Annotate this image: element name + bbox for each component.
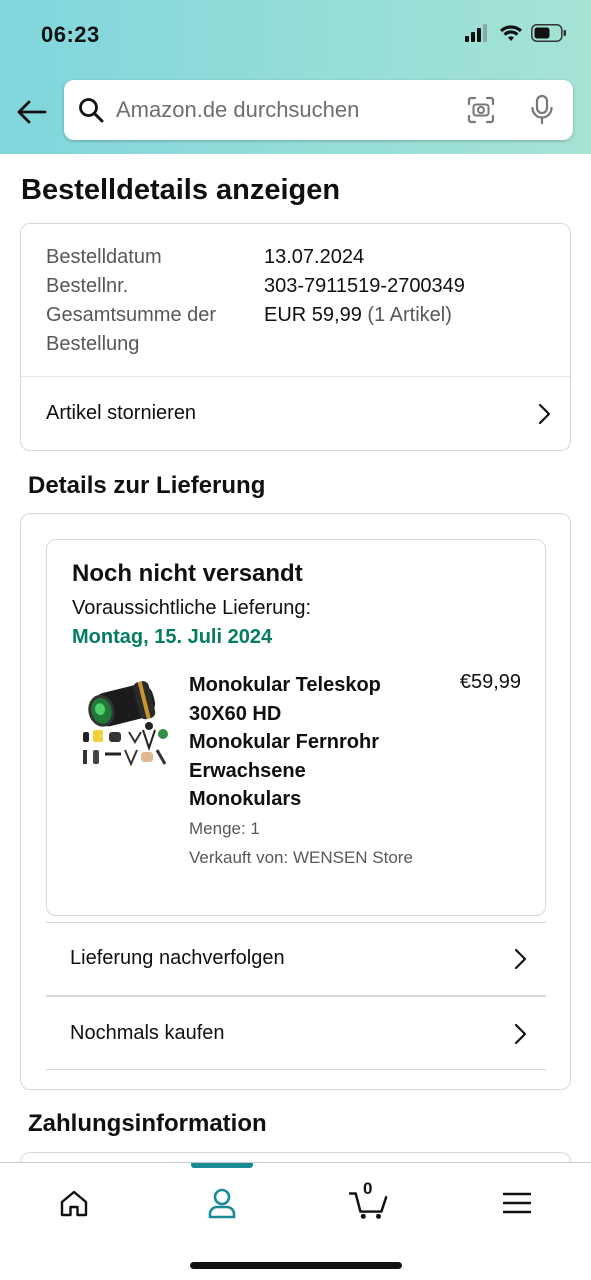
estimated-delivery-date: Montag, 15. Juli 2024 <box>72 626 273 648</box>
page-title: Bestelldetails anzeigen <box>21 174 341 206</box>
track-delivery-label: Lieferung nachverfolgen <box>70 947 285 969</box>
order-total-value: EUR 59,99 (1 Artikel) <box>264 301 452 330</box>
shipment-card: Noch nicht versandt Voraussichtliche Lie… <box>46 539 546 916</box>
order-summary-card: Bestelldatum 13.07.2024 Bestellnr. 303-7… <box>20 223 571 451</box>
active-tab-indicator <box>191 1163 253 1168</box>
product-title-line: Monokular Fernrohr <box>189 731 380 753</box>
cancel-items-link[interactable]: Artikel stornieren <box>46 376 552 451</box>
product-price: €59,99 <box>459 671 521 693</box>
product-title-line: Erwachsene <box>189 759 306 782</box>
nav-cart[interactable]: 0 <box>349 1179 389 1223</box>
product-title-line: 30X60 HD <box>189 702 282 725</box>
nav-home[interactable] <box>54 1183 94 1223</box>
cellular-signal-icon <box>465 24 487 42</box>
monocular-product-image[interactable] <box>79 670 171 768</box>
status-icons <box>465 24 567 42</box>
order-number-label: Bestellnr. <box>46 275 129 297</box>
order-date-value: 13.07.2024 <box>264 246 365 268</box>
home-indicator <box>190 1262 402 1269</box>
home-icon <box>60 1190 88 1217</box>
order-total-label-line2: Bestellung <box>46 333 140 355</box>
product-title-line: Monokulars <box>189 788 302 810</box>
back-button[interactable] <box>14 94 50 130</box>
wifi-icon <box>500 25 522 41</box>
product-title[interactable]: Monokular Teleskop 30X60 HD Monokular Fe… <box>189 671 429 814</box>
search-input[interactable] <box>116 97 446 123</box>
battery-icon <box>531 24 566 42</box>
delivery-section-title: Details zur Lieferung <box>28 472 266 499</box>
divider <box>46 1069 546 1070</box>
search-icon <box>78 97 104 123</box>
order-date-label: Bestelldatum <box>46 246 162 268</box>
cancel-items-label: Artikel stornieren <box>46 402 197 424</box>
order-total-amount: EUR 59,99 <box>264 304 362 326</box>
shipment-status: Noch nicht versandt <box>72 560 303 587</box>
order-item-count: (1 Artikel) <box>367 304 452 326</box>
buy-again-label: Nochmals kaufen <box>70 1022 225 1044</box>
cart-count-badge: 0 <box>363 1179 373 1198</box>
menu-icon <box>503 1192 531 1214</box>
order-number-value: 303-7911519-2700349 <box>264 275 465 297</box>
camera-scan-icon[interactable] <box>467 96 495 129</box>
chevron-right-icon <box>514 1023 527 1044</box>
order-total-label-line1: Gesamtsumme der <box>46 304 217 326</box>
buy-again-link[interactable]: Nochmals kaufen <box>70 997 528 1070</box>
nav-menu[interactable] <box>497 1183 537 1223</box>
nav-account[interactable] <box>202 1183 242 1223</box>
delivery-card: Noch nicht versandt Voraussichtliche Lie… <box>20 513 571 1090</box>
search-bar[interactable] <box>64 80 573 140</box>
estimated-delivery-label: Voraussichtliche Lieferung: <box>72 597 312 619</box>
chevron-right-icon <box>514 948 527 969</box>
account-icon <box>208 1188 236 1219</box>
track-delivery-link[interactable]: Lieferung nachverfolgen <box>70 922 528 995</box>
chevron-right-icon <box>538 403 551 424</box>
product-title-line: Monokular Teleskop <box>189 674 381 696</box>
product-seller: Verkauft von: WENSEN Store <box>189 848 413 867</box>
microphone-icon[interactable] <box>529 94 555 131</box>
app-header: 06:23 <box>0 0 591 154</box>
payment-section-title: Zahlungsinformation <box>28 1110 267 1137</box>
product-quantity: Menge: 1 <box>189 819 260 838</box>
arrow-left-icon <box>17 100 47 124</box>
status-time: 06:23 <box>41 22 100 47</box>
